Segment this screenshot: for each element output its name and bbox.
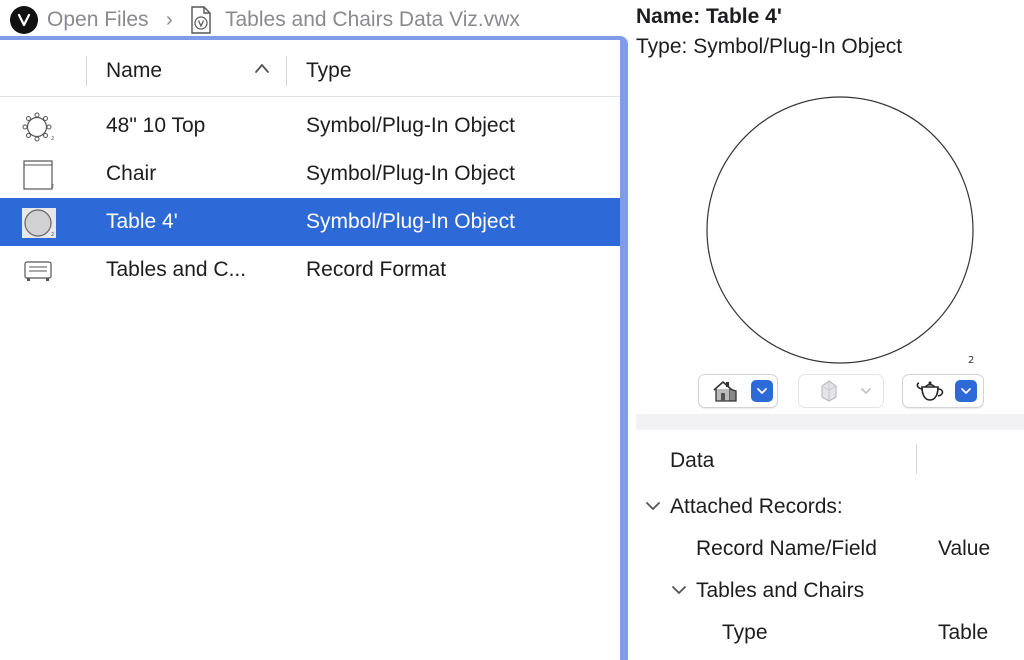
selected-item-name: Name: Table 4' xyxy=(636,5,782,28)
chevron-down-icon[interactable] xyxy=(751,380,773,402)
item-name: Chair xyxy=(106,162,157,185)
resource-list-panel: Name Type 2 48" 10 Top Symbol/Plug-In Ob… xyxy=(0,36,628,660)
teapot-render-button[interactable] xyxy=(902,374,984,408)
house-view-icon xyxy=(713,381,737,402)
breadcrumb: Open Files › Tables and Chairs Data Viz.… xyxy=(0,0,628,40)
chevron-down-icon[interactable] xyxy=(855,380,877,402)
list-item[interactable]: Tables and C... Record Format xyxy=(0,246,620,294)
info-panel: Name: Table 4' Type: Symbol/Plug-In Obje… xyxy=(636,0,1024,656)
svg-text:2: 2 xyxy=(51,184,54,190)
vectorworks-logo-icon[interactable] xyxy=(10,6,38,34)
column-divider[interactable] xyxy=(86,56,87,86)
preview-area: Name: Table 4' Type: Symbol/Plug-In Obje… xyxy=(636,0,1024,414)
symbol-preview: 2 xyxy=(706,96,974,366)
record-field-value: Table xyxy=(938,621,989,644)
breadcrumb-separator: › xyxy=(166,9,173,31)
chevron-down-icon[interactable] xyxy=(644,500,662,512)
item-name: Tables and C... xyxy=(106,258,247,281)
record-field-name: Type xyxy=(722,621,768,644)
record-name-column-header: Record Name/Field xyxy=(696,537,877,560)
item-type: Record Format xyxy=(306,258,447,281)
record-name: Tables and Chairs xyxy=(696,579,865,602)
breadcrumb-open-files[interactable]: Open Files xyxy=(47,6,149,34)
teapot-render-icon xyxy=(916,381,944,401)
column-divider[interactable] xyxy=(286,56,287,86)
svg-text:2: 2 xyxy=(51,232,54,238)
list-item[interactable]: 2 Chair Symbol/Plug-In Object xyxy=(0,150,620,198)
preview-corner-mark: 2 xyxy=(968,355,974,366)
chevron-down-icon[interactable] xyxy=(955,380,977,402)
record-format-icon xyxy=(24,261,52,281)
column-header-name[interactable]: Name xyxy=(106,58,162,84)
item-type: Symbol/Plug-In Object xyxy=(306,210,515,233)
circle-symbol-icon: 2 xyxy=(22,208,56,238)
chevron-down-icon[interactable] xyxy=(670,584,688,596)
sort-ascending-icon[interactable] xyxy=(254,62,270,74)
document-icon xyxy=(191,6,211,34)
column-divider[interactable] xyxy=(916,444,917,474)
render-mode-button[interactable] xyxy=(798,374,884,408)
gem-render-icon xyxy=(821,380,837,402)
item-type: Symbol/Plug-In Object xyxy=(306,162,515,185)
data-panel: Data Attached Records: Record Name/Field… xyxy=(636,430,1024,656)
column-header-type[interactable]: Type xyxy=(306,58,352,84)
list-header: Name Type xyxy=(0,40,620,97)
svg-text:2: 2 xyxy=(51,136,54,142)
item-name: Table 4' xyxy=(106,210,178,233)
breadcrumb-file-name[interactable]: Tables and Chairs Data Viz.vwx xyxy=(225,6,520,34)
item-name: 48" 10 Top xyxy=(106,114,206,137)
round-table-icon: 2 xyxy=(22,112,54,142)
item-type: Symbol/Plug-In Object xyxy=(306,114,515,137)
chair-symbol-icon: 2 xyxy=(23,160,54,190)
view-mode-button[interactable] xyxy=(698,374,778,408)
selected-item-type: Type: Symbol/Plug-In Object xyxy=(636,35,903,58)
attached-records-label: Attached Records: xyxy=(670,495,843,518)
list-item-selected[interactable]: 2 Table 4' Symbol/Plug-In Object xyxy=(0,198,620,246)
value-column-header: Value xyxy=(938,537,991,560)
list-item[interactable]: 2 48" 10 Top Symbol/Plug-In Object xyxy=(0,102,620,150)
data-tab-header[interactable]: Data xyxy=(670,448,714,474)
